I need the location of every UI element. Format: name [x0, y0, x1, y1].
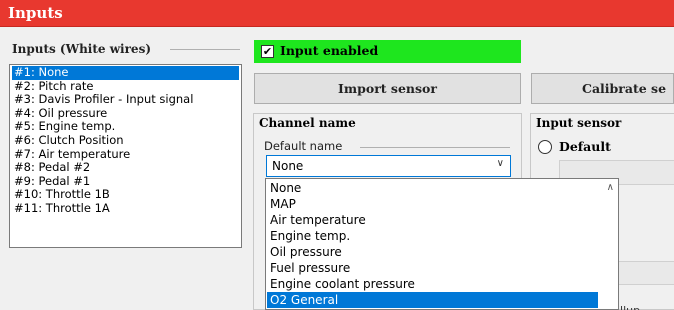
window-titlebar: Inputs: [0, 0, 674, 27]
inputs-group-caption: Inputs (White wires): [12, 42, 156, 56]
dropdown-option[interactable]: Engine coolant pressure: [267, 276, 598, 292]
input-list-item-4[interactable]: #4: Oil pressure: [12, 106, 239, 121]
input-enabled-label: Input enabled: [280, 43, 379, 58]
input-list-item-5[interactable]: #5: Engine temp.: [12, 120, 239, 134]
sensor-partial-text: illup: [617, 304, 640, 310]
dropdown-option[interactable]: Fuel pressure: [267, 260, 598, 276]
import-sensor-button[interactable]: Import sensor: [254, 73, 521, 104]
default-sensor-radio[interactable]: [538, 140, 552, 154]
channel-name-title: Channel name: [259, 116, 356, 130]
window-title: Inputs: [8, 4, 63, 22]
dropdown-option[interactable]: MAP: [267, 196, 598, 212]
chevron-up-icon[interactable]: ∧: [607, 182, 614, 193]
dropdown-option[interactable]: None: [267, 180, 598, 196]
chevron-down-icon[interactable]: ∨: [497, 158, 504, 169]
default-sensor-label: Default: [559, 139, 611, 154]
default-name-dropdown-list[interactable]: None MAP Air temperature Engine temp. Oi…: [265, 178, 619, 310]
input-list-item-7[interactable]: #7: Air temperature: [12, 147, 239, 162]
inputs-listbox[interactable]: #1: None #2: Pitch rate #3: Davis Profil…: [9, 64, 242, 248]
input-list-item-2[interactable]: #2: Pitch rate: [12, 79, 239, 94]
input-list-item-11[interactable]: #11: Throttle 1A: [12, 201, 239, 216]
default-name-select-value: None: [272, 159, 304, 173]
input-sensor-title: Input sensor: [536, 116, 622, 130]
input-enabled-checkbox[interactable]: ✔: [261, 45, 274, 58]
dropdown-option[interactable]: Air temperature: [267, 212, 598, 228]
input-list-item-8[interactable]: #8: Pedal #2: [12, 161, 239, 175]
dropdown-option[interactable]: Engine temp.: [267, 228, 598, 244]
default-name-divider: [360, 147, 510, 148]
input-list-item-10[interactable]: #10: Throttle 1B: [12, 188, 239, 202]
default-name-caption: Default name: [264, 139, 347, 153]
input-list-item-3[interactable]: #3: Davis Profiler - Input signal: [12, 93, 239, 107]
input-list-item-9[interactable]: #9: Pedal #1: [12, 174, 239, 189]
inputs-group-divider: [170, 49, 240, 50]
input-enabled-toggle[interactable]: ✔ Input enabled: [254, 40, 521, 63]
calibrate-sensor-button[interactable]: Calibrate se: [531, 73, 674, 104]
dropdown-option[interactable]: Oil pressure: [267, 244, 598, 260]
input-list-item-6[interactable]: #6: Clutch Position: [12, 133, 239, 148]
default-name-select[interactable]: None ∨: [266, 155, 511, 177]
dropdown-option-highlighted[interactable]: O2 General: [267, 292, 598, 308]
input-list-item-1[interactable]: #1: None: [12, 65, 239, 80]
